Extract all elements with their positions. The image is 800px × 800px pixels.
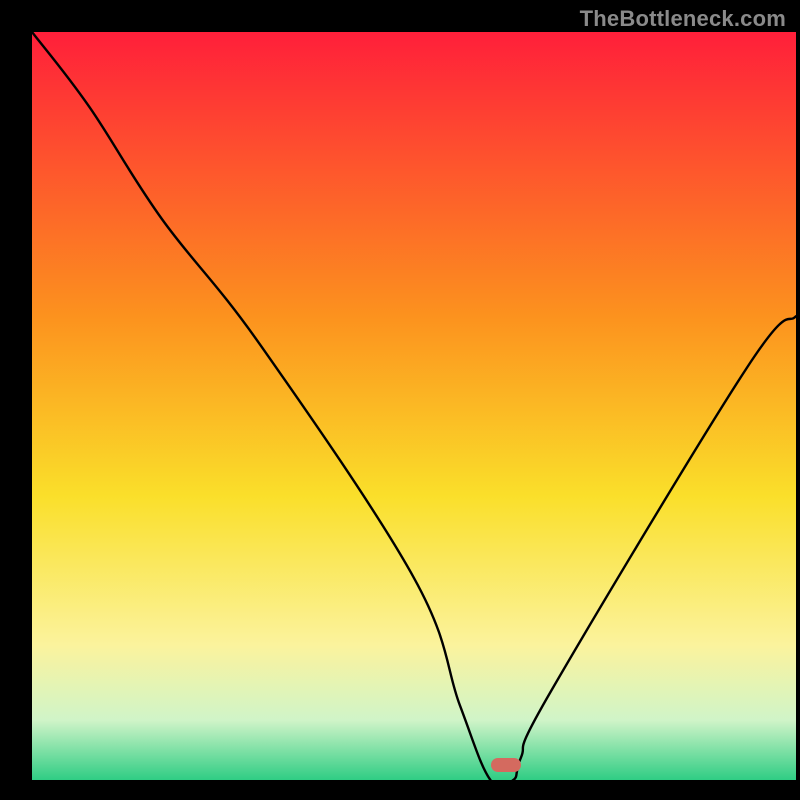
optimal-indicator xyxy=(491,758,521,772)
gradient-background xyxy=(32,32,796,780)
bottleneck-chart xyxy=(0,0,800,800)
watermark-text: TheBottleneck.com xyxy=(580,6,786,32)
chart-stage: TheBottleneck.com xyxy=(0,0,800,800)
